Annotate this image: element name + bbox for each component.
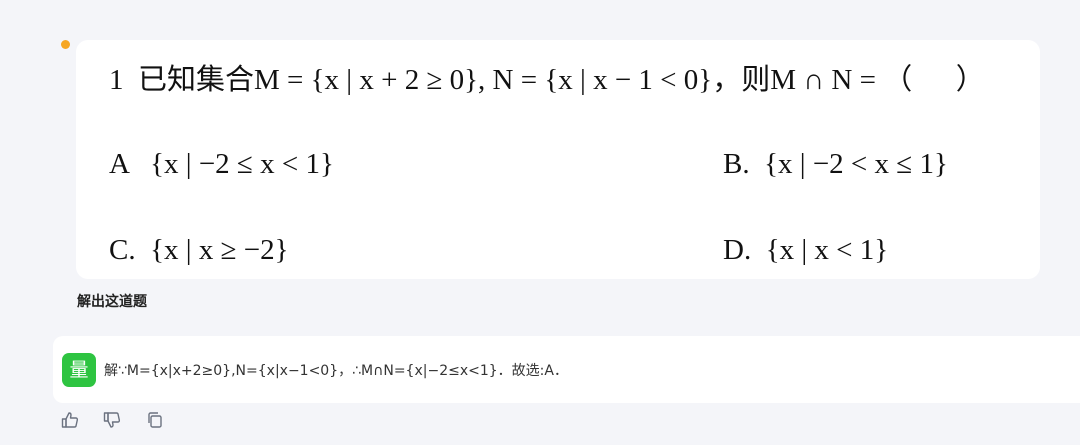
thumbs-up-icon[interactable]: [60, 410, 80, 430]
copy-icon[interactable]: [145, 410, 165, 430]
option-c: C. {x | x ≥ −2}: [109, 234, 289, 266]
option-d: D. {x | x < 1}: [723, 234, 889, 266]
option-a: A {x | −2 ≤ x < 1}: [109, 148, 334, 180]
question-text: 1 已知集合M = {x | x + 2 ≥ 0}, N = {x | x − …: [109, 64, 985, 96]
status-dot: [61, 40, 70, 49]
option-b: B. {x | −2 < x ≤ 1}: [723, 148, 948, 180]
user-prompt: 解出这道题: [77, 293, 147, 309]
thumbs-down-icon[interactable]: [102, 410, 122, 430]
bot-avatar: 量: [62, 353, 96, 387]
question-image-card: 1 已知集合M = {x | x + 2 ≥ 0}, N = {x | x − …: [76, 40, 1040, 279]
answer-card: 量 解∵M={x|x+2≥0},N={x|x−1<0}，∴M∩N={x|−2≤x…: [53, 336, 1080, 403]
answer-text: 解∵M={x|x+2≥0},N={x|x−1<0}，∴M∩N={x|−2≤x<1…: [104, 363, 568, 379]
